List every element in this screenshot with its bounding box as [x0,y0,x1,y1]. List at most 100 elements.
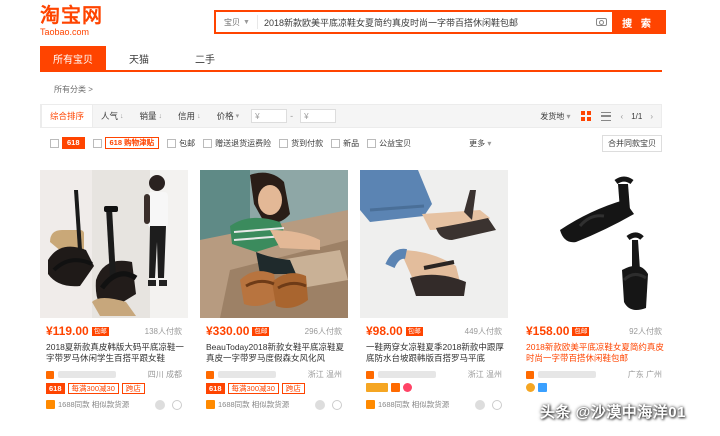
shop-location: 广东 广州 [627,370,662,379]
price-row: ¥119.00 包邮 138人付款 [46,324,182,338]
wangwang-icon[interactable] [315,399,325,410]
sort-sales[interactable]: 销量 ↓ [132,105,171,127]
image-search-button[interactable] [590,12,612,32]
price: ¥119.00 [46,324,89,338]
page-indicator: 1/1 [631,111,643,121]
logo-cn: 淘宝网 [40,5,103,27]
product-image[interactable] [520,170,668,318]
search-input[interactable] [258,13,590,31]
search-type-select[interactable]: 宝贝 ▼ [216,15,258,29]
filter-label: 赠送退货运费险 [215,138,272,148]
ship-from-label: 发货地 [540,111,565,121]
tab-second-hand[interactable]: 二手 [172,46,238,70]
more-label: 更多 [469,138,486,148]
paid-count: 138人付款 [144,326,182,336]
filter-618[interactable]: 618 [50,137,85,149]
wangwang-icon[interactable] [155,399,165,410]
checkbox [203,138,213,148]
product-image[interactable] [360,170,508,318]
chevron-down-icon: ▾ [235,113,240,120]
chevron-down-icon: ▾ [566,111,571,121]
service-icon [206,400,215,409]
filter-cod[interactable]: 货到付款 [279,138,323,149]
same-source-link[interactable]: 1688同款 相似款货源 [218,399,289,410]
shop-row: 广东 广州 [526,369,662,380]
tab-all-items[interactable]: 所有宝贝 [40,46,106,70]
chevron-down-icon: ▾ [487,138,492,148]
checkbox [279,138,289,148]
wangwang-icon[interactable] [475,399,485,410]
checkbox [167,138,177,148]
sort-label: 销量 [139,111,157,121]
shop-icon [526,370,534,379]
free-shipping-badge: 包邮 [405,326,423,336]
price-range-dash: - [290,111,294,121]
product-title[interactable]: 一鞋两穿女凉鞋夏季2018新款中跟厚底防水台坡跟韩版百搭罗马平底 [366,342,504,364]
shop-name[interactable] [378,371,436,378]
filter-charity[interactable]: 公益宝贝 [367,138,411,149]
filter-return-insurance[interactable]: 赠送退货运费险 [203,138,271,149]
shop-name[interactable] [218,371,276,378]
arrow-down-icon: ↓ [197,112,201,120]
sort-credit[interactable]: 信用 ↓ [170,105,209,127]
product-card[interactable]: ¥158.00 包邮 92人付款 2018新款欧美平底凉鞋女夏简约真皮时尚一字带… [520,170,668,430]
checkbox [367,138,377,148]
taobao-logo[interactable]: 淘宝网 Taobao.com [40,6,110,37]
filter-more[interactable]: 更多 ▾ [469,138,491,149]
header: 淘宝网 Taobao.com 宝贝 ▼ 搜 索 [0,0,720,42]
product-title[interactable]: 2018夏新款真皮韩版大码平底凉鞋一字带罗马休闲学生百搭平跟女鞋 [46,342,184,364]
merge-same-items-button[interactable]: 合并同款宝贝 [602,134,662,152]
shop-row: 四川 成都 [46,369,182,380]
price-row: ¥330.00 包邮 296人付款 [206,324,342,338]
sort-price[interactable]: 价格 ▾ [209,105,248,127]
search-bar: 宝贝 ▼ 搜 索 [214,10,666,34]
shop-icon [46,370,54,379]
filter-618-allowance[interactable]: 618 购物津贴 [92,137,160,149]
product-card[interactable]: ¥330.00 包邮 296人付款 BeauToday2018新款女鞋平底凉鞋夏… [200,170,348,430]
badge-618-allowance: 618 购物津贴 [104,137,160,149]
filter-free-shipping[interactable]: 包邮 [167,138,195,149]
sort-bar: 综合排序 人气 ↓ 销量 ↓ 信用 ↓ 价格 ▾ ¥ - ¥ 发货地 ▾ ‹ 1/1 › [40,104,662,128]
shop-name[interactable] [538,371,596,378]
promo-row: 618 每满300减30 跨店 [46,383,145,394]
paid-count: 296人付款 [304,326,342,336]
shop-icon [366,370,374,379]
same-source-link[interactable]: 1688同款 相似款货源 [378,399,449,410]
sort-comprehensive[interactable]: 综合排序 [41,105,94,127]
promo-row [366,383,412,392]
service-icon [46,400,55,409]
price-min-input[interactable]: ¥ [251,109,288,123]
badge-618-text: 购物津贴 [124,138,155,147]
sort-popularity[interactable]: 人气 ↓ [93,105,132,127]
tab-tmall[interactable]: 天猫 [106,46,172,70]
camera-icon [595,18,607,26]
list-view-icon[interactable] [600,111,611,121]
filter-new[interactable]: 新品 [331,138,359,149]
shop-row: 浙江 温州 [206,369,342,380]
product-card[interactable]: ¥119.00 包邮 138人付款 2018夏新款真皮韩版大码平底凉鞋一字带罗马… [40,170,188,430]
ship-from-select[interactable]: 发货地 ▾ [540,111,570,122]
product-image[interactable] [200,170,348,318]
same-source-link[interactable]: 1688同款 相似款货源 [58,399,129,410]
next-page-icon[interactable]: › [650,112,653,121]
product-title[interactable]: BeauToday2018新款女鞋平底凉鞋夏真皮一字带罗马度假森女风化风 [206,342,344,364]
arrow-down-icon: ↓ [158,112,163,120]
grid-view-icon[interactable] [580,111,591,121]
free-shipping-badge: 包邮 [91,326,109,336]
search-button[interactable]: 搜 索 [612,12,664,32]
product-image[interactable] [40,170,188,318]
sort-label: 信用 [178,111,196,121]
price-max-input[interactable]: ¥ [300,109,337,123]
gold-seller-icon [366,383,388,392]
price: ¥330.00 [206,324,250,338]
circle-icon [332,399,342,410]
product-title[interactable]: 2018新款欧美平底凉鞋女夏简约真皮时尚一字带百搭休闲鞋包邮 [526,342,664,364]
breadcrumb[interactable]: 所有分类 > [54,84,93,95]
shop-name[interactable] [58,371,116,378]
paid-count: 92人付款 [629,326,662,336]
service-badge-icon [538,383,547,392]
product-card[interactable]: ¥98.00 包邮 449人付款 一鞋两穿女凉鞋夏季2018新款中跟厚底防水台坡… [360,170,508,430]
sort-bar-right: 发货地 ▾ ‹ 1/1 › [540,105,661,127]
sort-label: 人气 [101,111,119,121]
prev-page-icon[interactable]: ‹ [621,112,624,121]
